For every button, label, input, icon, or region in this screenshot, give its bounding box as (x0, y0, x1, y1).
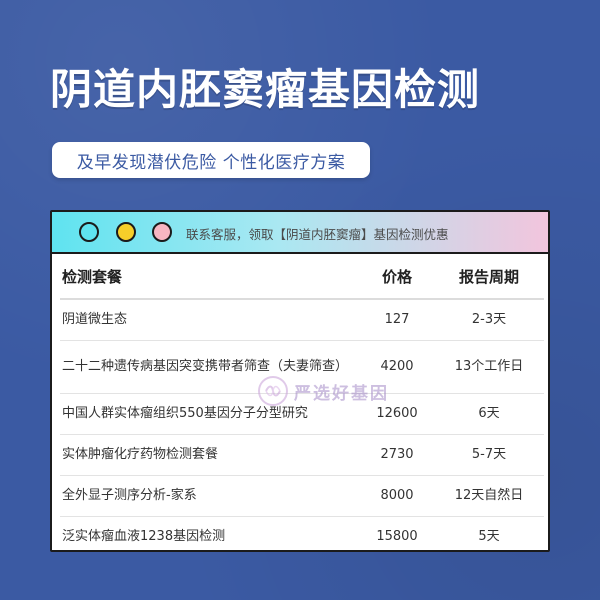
package-period: 5-7天 (434, 434, 544, 476)
package-price: 8000 (360, 475, 434, 517)
table-row[interactable]: 实体肿瘤化疗药物检测套餐 2730 5-7天 (60, 434, 544, 476)
table-row[interactable]: 阴道微生态 127 2-3天 (60, 299, 544, 341)
header-price: 价格 (360, 254, 434, 300)
subtitle-badge: 及早发现潜伏危险 个性化医疗方案 (52, 142, 370, 178)
package-name: 全外显子测序分析-家系 (60, 475, 360, 517)
package-price: 4200 (360, 340, 434, 394)
table-row[interactable]: 泛实体瘤血液1238基因检测 15800 5天 (60, 517, 544, 551)
package-period: 2-3天 (434, 299, 544, 341)
table-row[interactable]: 全外显子测序分析-家系 8000 12天自然日 (60, 475, 544, 517)
header-report-period: 报告周期 (434, 254, 544, 300)
package-period: 5天 (478, 529, 500, 544)
table-row[interactable]: 二十二种遗传病基因突变携带者筛查（夫妻筛查） 4200 13个工作日 (60, 340, 544, 394)
header-package: 检测套餐 (60, 254, 360, 300)
package-price: 2730 (360, 434, 434, 476)
package-name: 实体肿瘤化疗药物检测套餐 (60, 434, 360, 476)
package-name: 中国人群实体瘤组织550基因分子分型研究 (60, 393, 360, 435)
table-header-row: 检测套餐 价格 报告周期 (60, 254, 544, 300)
subtitle-text: 及早发现潜伏危险 个性化医疗方案 (76, 152, 346, 173)
package-name: 二十二种遗传病基因突变携带者筛查（夫妻筛查） (60, 340, 360, 394)
contact-service-text[interactable]: 联系客服，领取【阴道内胚窦瘤】基因检测优惠 (186, 224, 449, 243)
page-title: 阴道内胚窦瘤基因检测 (50, 65, 481, 114)
package-price: 127 (360, 299, 434, 341)
pricing-card: 联系客服，领取【阴道内胚窦瘤】基因检测优惠 检测套餐 价格 报告周期 阴道微生态… (50, 210, 550, 552)
package-name: 阴道微生态 (60, 299, 360, 341)
cyan-dot-icon (79, 222, 99, 242)
table-row[interactable]: 中国人群实体瘤组织550基因分子分型研究 12600 6天 (60, 393, 544, 435)
card-header-bar: 联系客服，领取【阴道内胚窦瘤】基因检测优惠 (52, 212, 548, 254)
package-period: 12天自然日 (434, 475, 544, 517)
package-price: 15800 (376, 529, 418, 544)
pink-dot-icon (152, 222, 172, 242)
package-table: 检测套餐 价格 报告周期 阴道微生态 127 2-3天 二十二种遗传病基因突变携… (60, 254, 544, 551)
package-period: 13个工作日 (434, 340, 544, 394)
package-name: 泛实体瘤血液1238基因检测 (62, 529, 226, 544)
package-price: 12600 (360, 393, 434, 435)
yellow-dot-icon (116, 222, 136, 242)
package-period: 6天 (434, 393, 544, 435)
